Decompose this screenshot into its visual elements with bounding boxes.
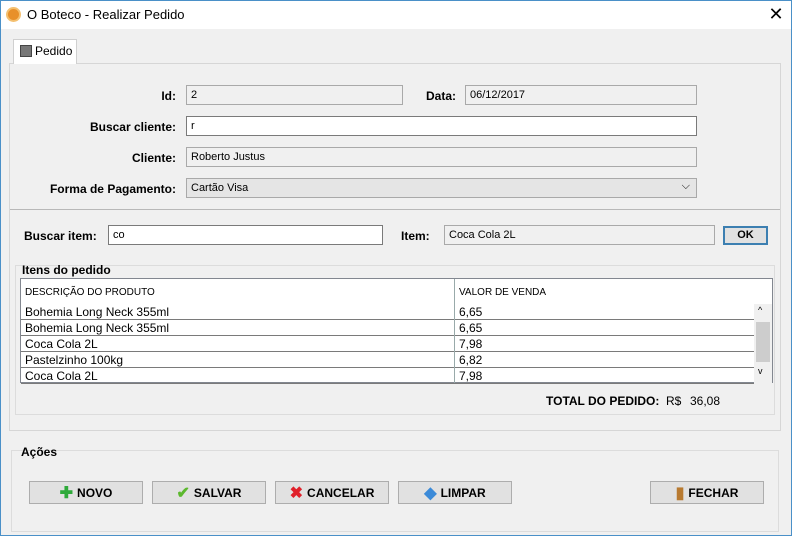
total-label: TOTAL DO PEDIDO: <box>546 394 660 408</box>
notepad-icon <box>20 45 32 57</box>
scrollbar-thumb[interactable] <box>756 322 770 362</box>
pagamento-select[interactable]: Cartão Visa ⌵ <box>186 178 697 198</box>
divider <box>10 209 780 210</box>
column-header-descricao[interactable]: DESCRIÇÃO DO PRODUTO <box>21 279 454 304</box>
table-row[interactable]: Bohemia Long Neck 355ml 6,65 <box>21 320 754 336</box>
limpar-label: LIMPAR <box>440 485 486 500</box>
cell-descricao: Coca Cola 2L <box>25 369 98 383</box>
pagamento-label: Forma de Pagamento: <box>49 182 176 196</box>
cancelar-button[interactable]: ✖ CANCELAR <box>275 481 389 504</box>
item-label: Item: <box>401 229 430 243</box>
limpar-button[interactable]: ◆ LIMPAR <box>398 481 512 504</box>
cell-valor: 7,98 <box>459 337 483 351</box>
x-icon: ✖ <box>289 484 304 502</box>
pagamento-value: Cartão Visa <box>191 182 249 194</box>
column-divider <box>454 279 455 383</box>
window-title: O Boteco - Realizar Pedido <box>27 7 185 22</box>
check-icon: ✔ <box>176 484 190 502</box>
novo-label: NOVO <box>77 485 113 500</box>
ok-button[interactable]: OK <box>723 226 768 245</box>
fechar-label: FECHAR <box>688 485 739 500</box>
salvar-button[interactable]: ✔ SALVAR <box>152 481 266 504</box>
table-row[interactable]: Bohemia Long Neck 355ml 6,65 <box>21 304 754 320</box>
items-group-label: Itens do pedido <box>22 263 111 277</box>
cell-valor: 7,98 <box>459 369 483 383</box>
column-header-valor[interactable]: VALOR DE VENDA <box>455 279 754 304</box>
close-button[interactable]: ✕ <box>763 3 789 27</box>
novo-button[interactable]: ✚ NOVO <box>29 481 143 504</box>
cell-descricao: Coca Cola 2L <box>25 337 98 351</box>
tab-label: Pedido <box>35 44 73 58</box>
buscar-item-input[interactable]: co <box>108 225 383 245</box>
buscar-item-label: Buscar item: <box>24 229 97 243</box>
data-field: 06/12/2017 <box>465 85 697 105</box>
cell-descricao: Pastelzinho 100kg <box>25 353 124 367</box>
buscar-cliente-label: Buscar cliente: <box>89 120 176 134</box>
vertical-scrollbar[interactable]: ^ v <box>754 304 772 383</box>
eraser-icon: ◆ <box>424 484 437 502</box>
table-row[interactable]: Pastelzinho 100kg 6,82 <box>21 352 754 368</box>
table-row[interactable]: Coca Cola 2L 7,98 <box>21 336 754 352</box>
cell-valor: 6,65 <box>459 305 483 319</box>
id-field: 2 <box>186 85 403 105</box>
cancelar-label: CANCELAR <box>307 485 375 500</box>
id-label: Id: <box>161 89 176 103</box>
chevron-down-icon: ⌵ <box>681 180 690 192</box>
title-bar: O Boteco - Realizar Pedido ✕ <box>1 1 791 29</box>
table-row[interactable]: Coca Cola 2L 7,98 <box>21 368 754 384</box>
app-icon <box>6 7 21 22</box>
cell-descricao: Bohemia Long Neck 355ml <box>25 321 170 335</box>
cliente-label: Cliente: <box>131 151 176 165</box>
plus-icon: ✚ <box>59 484 74 502</box>
salvar-label: SALVAR <box>193 485 242 500</box>
total-currency: R$ <box>666 394 682 408</box>
tab-pedido[interactable]: Pedido <box>13 39 77 64</box>
cell-valor: 6,82 <box>459 353 483 367</box>
item-field: Coca Cola 2L <box>444 225 715 245</box>
cell-descricao: Bohemia Long Neck 355ml <box>25 305 170 319</box>
data-label: Data: <box>425 89 456 103</box>
total-value: 36,08 <box>690 394 721 408</box>
exit-door-icon: ▮ <box>675 484 685 502</box>
fechar-button[interactable]: ▮ FECHAR <box>650 481 764 504</box>
scroll-down-icon[interactable]: v <box>758 366 763 376</box>
cell-valor: 6,65 <box>459 321 483 335</box>
buscar-cliente-input[interactable]: r <box>186 116 697 136</box>
acoes-group-label: Ações <box>21 445 58 459</box>
cliente-field: Roberto Justus <box>186 147 697 167</box>
scroll-up-icon[interactable]: ^ <box>758 305 762 315</box>
items-table: DESCRIÇÃO DO PRODUTO VALOR DE VENDA Bohe… <box>20 278 773 384</box>
